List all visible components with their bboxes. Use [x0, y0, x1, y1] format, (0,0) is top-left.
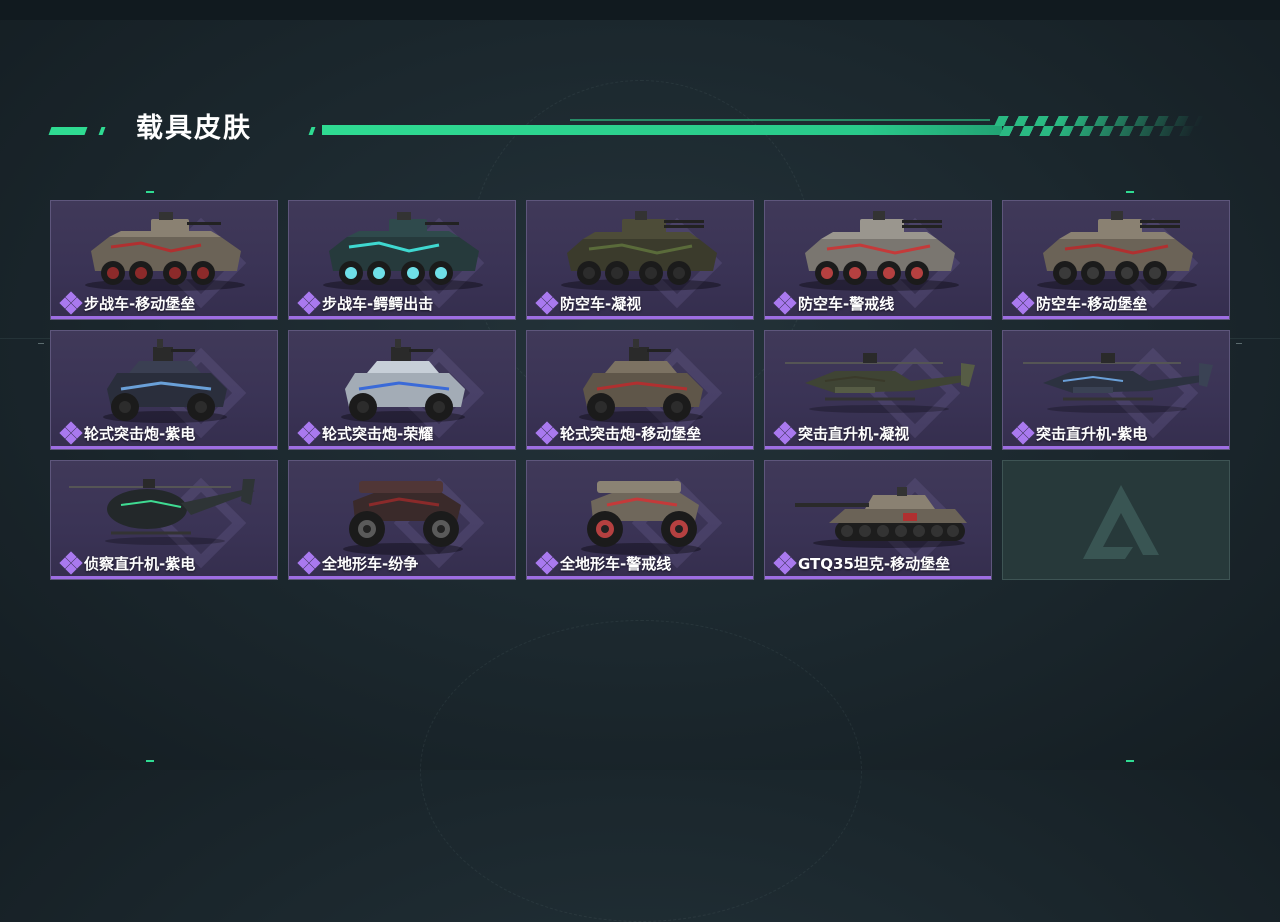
rarity-diamond-icon [773, 551, 797, 575]
tank-icon [795, 487, 967, 548]
skin-tile[interactable]: 突击直升机-凝视 [764, 330, 992, 450]
skin-name: 侦察直升机-紫电 [84, 554, 196, 573]
atv-icon [581, 481, 701, 555]
skin-label-row: 突击直升机-紫电 [1011, 421, 1148, 445]
skin-name: 轮式突击炮-移动堡垒 [560, 424, 702, 443]
rarity-diamond-icon [297, 551, 321, 575]
corner-tick [146, 191, 154, 193]
top-bar [0, 0, 1280, 20]
side-marker [1236, 343, 1242, 344]
skin-name: 步战车-鳄鳄出击 [322, 294, 434, 313]
atv-icon [343, 481, 463, 555]
game-logo-icon [1083, 485, 1159, 559]
skin-tile[interactable]: 防空车-凝视 [526, 200, 754, 320]
background-line [0, 338, 50, 339]
skin-name: 防空车-警戒线 [798, 294, 895, 313]
rarity-diamond-icon [1011, 291, 1035, 315]
skin-tile[interactable]: 全地形车-纷争 [288, 460, 516, 580]
skin-label-row: 突击直升机-凝视 [773, 421, 910, 445]
header-thin-line [570, 119, 990, 121]
skin-grid: 步战车-移动堡垒 步战车-鳄鳄出击 防空车-凝视 防空车-警戒线 防空车-移动堡… [50, 200, 1230, 580]
skin-tile[interactable]: 全地形车-警戒线 [526, 460, 754, 580]
skin-tile[interactable]: 步战车-移动堡垒 [50, 200, 278, 320]
skin-tile[interactable]: GTQ35坦克-移动堡垒 [764, 460, 992, 580]
rarity-diamond-icon [297, 421, 321, 445]
rarity-diamond-icon [297, 291, 321, 315]
skin-tile[interactable]: 轮式突击炮-紫电 [50, 330, 278, 450]
skin-label-row: GTQ35坦克-移动堡垒 [773, 551, 951, 575]
ifv-8wheel-icon [323, 212, 483, 291]
skin-name: 轮式突击炮-荣耀 [322, 424, 434, 443]
rarity-diamond-icon [59, 291, 83, 315]
ifv-8wheel-icon [85, 212, 245, 291]
skin-name: 全地形车-警戒线 [560, 554, 672, 573]
scout-helicopter-icon [69, 479, 255, 545]
skin-label-row: 防空车-凝视 [535, 291, 642, 315]
header-accent-line [322, 125, 1002, 135]
corner-tick [1126, 191, 1134, 193]
skin-name: 轮式突击炮-紫电 [84, 424, 196, 443]
skin-tile[interactable]: 防空车-警戒线 [764, 200, 992, 320]
skin-label-row: 步战车-移动堡垒 [59, 291, 196, 315]
skin-tile[interactable]: 侦察直升机-紫电 [50, 460, 278, 580]
rarity-diamond-icon [59, 421, 83, 445]
wheeled-assault-gun-icon [579, 339, 703, 423]
rarity-diamond-icon [59, 551, 83, 575]
skin-name: 步战车-移动堡垒 [84, 294, 196, 313]
skin-label-row: 轮式突击炮-荣耀 [297, 421, 434, 445]
skin-name: 突击直升机-凝视 [798, 424, 910, 443]
background-line [1230, 338, 1280, 339]
corner-tick [1126, 760, 1134, 762]
skin-label-row: 轮式突击炮-移动堡垒 [535, 421, 702, 445]
aa-vehicle-icon [799, 211, 959, 291]
header-checker-pattern [989, 116, 1205, 136]
wheeled-assault-gun-icon [103, 339, 227, 423]
skin-tile[interactable]: 防空车-移动堡垒 [1002, 200, 1230, 320]
rarity-diamond-icon [535, 291, 559, 315]
skin-name: 突击直升机-紫电 [1036, 424, 1148, 443]
section-header: 载具皮肤 [48, 110, 1205, 150]
side-marker [38, 343, 44, 344]
empty-skin-slot[interactable] [1002, 460, 1230, 580]
header-accent-bar [48, 127, 88, 135]
rarity-diamond-icon [773, 421, 797, 445]
skin-label-row: 全地形车-警戒线 [535, 551, 672, 575]
skin-name: 全地形车-纷争 [322, 554, 419, 573]
skin-label-row: 防空车-移动堡垒 [1011, 291, 1148, 315]
skin-label-row: 步战车-鳄鳄出击 [297, 291, 434, 315]
skin-label-row: 轮式突击炮-紫电 [59, 421, 196, 445]
aa-vehicle-icon [561, 211, 721, 291]
corner-tick [146, 760, 154, 762]
skin-tile[interactable]: 轮式突击炮-荣耀 [288, 330, 516, 450]
skin-name: 防空车-凝视 [560, 294, 642, 313]
skin-tile[interactable]: 轮式突击炮-移动堡垒 [526, 330, 754, 450]
skin-name: 防空车-移动堡垒 [1036, 294, 1148, 313]
wheeled-assault-gun-icon [341, 339, 465, 423]
rarity-diamond-icon [535, 421, 559, 445]
attack-helicopter-icon [1023, 353, 1213, 413]
skin-name: GTQ35坦克-移动堡垒 [798, 554, 951, 573]
header-accent-bar [98, 127, 106, 135]
skin-tile[interactable]: 突击直升机-紫电 [1002, 330, 1230, 450]
header-accent-bar [308, 127, 316, 135]
skin-label-row: 防空车-警戒线 [773, 291, 895, 315]
section-title: 载具皮肤 [136, 113, 252, 144]
skin-label-row: 侦察直升机-紫电 [59, 551, 196, 575]
skin-tile[interactable]: 步战车-鳄鳄出击 [288, 200, 516, 320]
rarity-diamond-icon [535, 551, 559, 575]
rarity-diamond-icon [1011, 421, 1035, 445]
skin-label-row: 全地形车-纷争 [297, 551, 419, 575]
rarity-diamond-icon [773, 291, 797, 315]
attack-helicopter-icon [785, 353, 975, 413]
aa-vehicle-icon [1037, 211, 1197, 291]
background-ring [420, 620, 862, 922]
